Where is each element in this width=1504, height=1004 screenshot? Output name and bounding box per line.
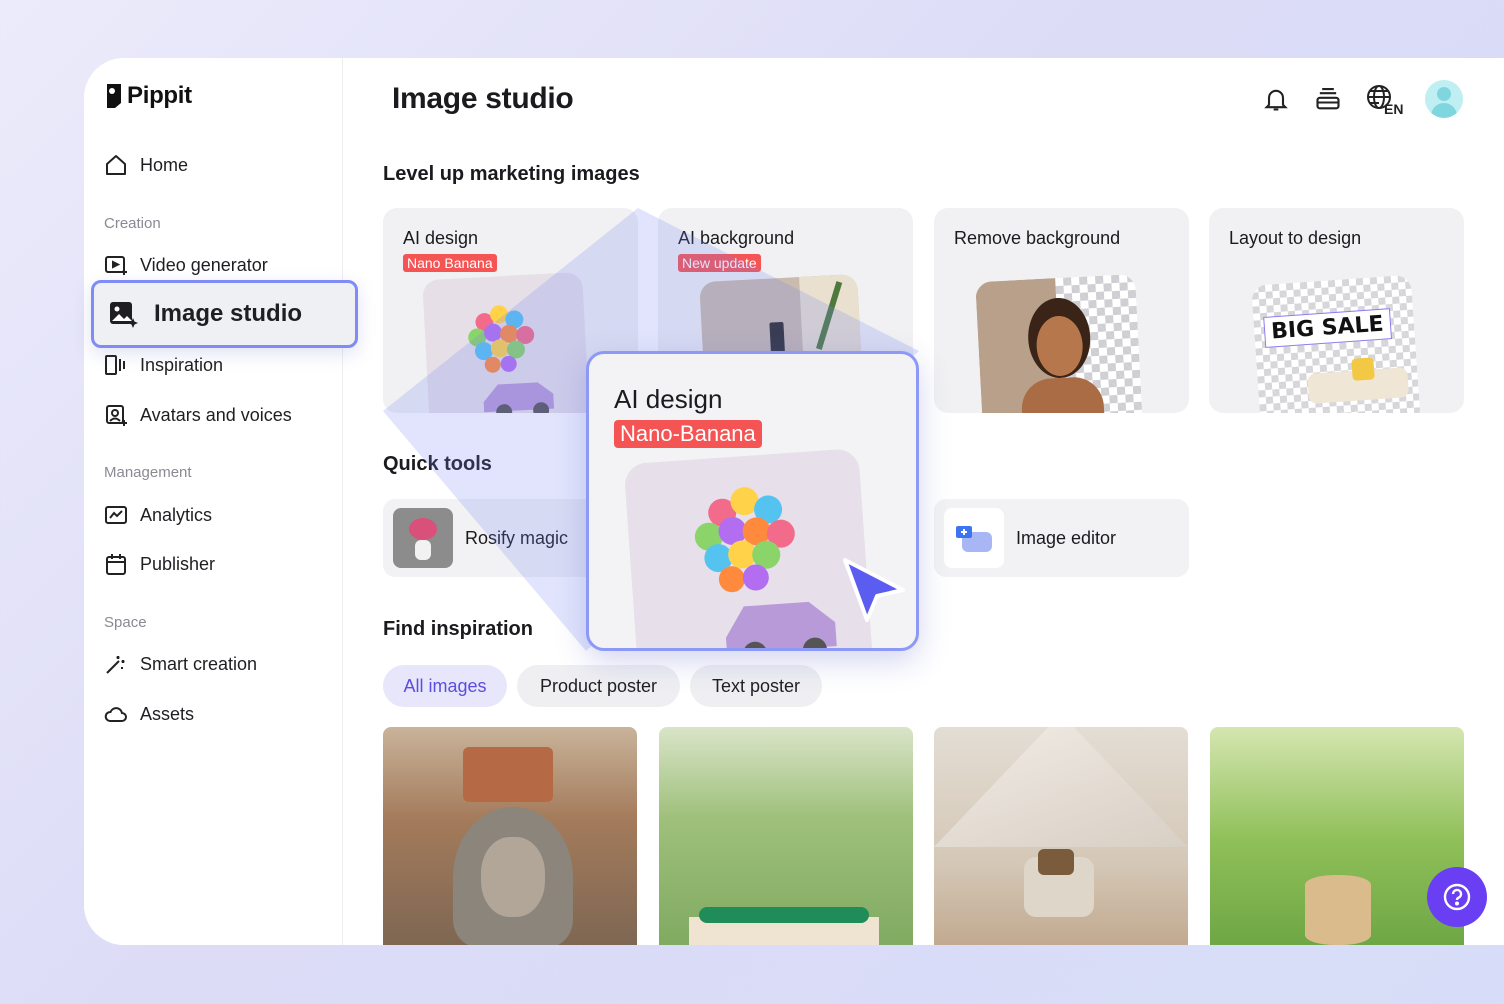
- sidebar-item-label: Home: [140, 154, 189, 175]
- notification-button[interactable]: [1261, 84, 1291, 114]
- big-sale-text: BIG SALE: [1263, 308, 1392, 348]
- card-layout-to-design[interactable]: Layout to design BIG SALE: [1209, 208, 1464, 413]
- sidebar-item-label: Avatars and voices: [140, 404, 292, 425]
- inspiration-image[interactable]: [383, 727, 637, 945]
- avatar-voice-icon: [106, 405, 127, 426]
- help-button[interactable]: [1427, 867, 1487, 927]
- filter-text-poster[interactable]: Text poster: [690, 665, 822, 707]
- sidebar-item-avatars-voices[interactable]: Avatars and voices: [104, 399, 292, 431]
- section-label-management: Management: [104, 464, 192, 481]
- sidebar-item-label: Analytics: [140, 504, 213, 525]
- zoom-card-title: AI design: [614, 384, 723, 414]
- video-generator-icon: [105, 256, 127, 275]
- card-title: Remove background: [954, 228, 1121, 248]
- home-icon: [106, 155, 126, 175]
- balloon-car-illustration: [468, 305, 555, 413]
- question-icon: [1443, 883, 1471, 911]
- card-badge: New update: [678, 254, 761, 272]
- zoom-card-thumbnail: [623, 448, 874, 648]
- header-actions: EN: [1261, 80, 1463, 118]
- tool-image-editor[interactable]: Image editor: [934, 499, 1189, 577]
- section-label-space: Space: [104, 614, 147, 631]
- card-title: Layout to design: [1229, 228, 1362, 248]
- pippit-logo-icon: [107, 84, 121, 108]
- sidebar-item-image-studio[interactable]: Image studio: [91, 280, 358, 348]
- subscription-button[interactable]: [1313, 84, 1343, 114]
- image-studio-icon: [110, 302, 138, 328]
- inspiration-image[interactable]: [1210, 727, 1464, 945]
- card-title: AI design: [403, 228, 479, 248]
- app-name: Pippit: [127, 82, 192, 109]
- calendar-icon: [106, 554, 126, 575]
- language-button[interactable]: EN: [1365, 84, 1403, 115]
- cursor-pointer-icon: [843, 558, 905, 622]
- stack-icon: [1316, 88, 1340, 110]
- rosify-thumbnail: [393, 508, 453, 568]
- globe-icon: EN: [1367, 85, 1403, 115]
- bell-icon: [1264, 89, 1288, 111]
- cloud-icon: [104, 707, 127, 722]
- balloon-car-illustration: [694, 487, 837, 648]
- sidebar-item-smart-creation[interactable]: Smart creation: [104, 648, 257, 680]
- sidebar-item-label: Inspiration: [140, 354, 224, 375]
- inspiration-icon: [105, 355, 125, 375]
- sidebar-item-label: Publisher: [140, 553, 216, 574]
- sidebar-item-label: Smart creation: [140, 653, 258, 674]
- find-inspiration-title: Find inspiration: [383, 618, 533, 640]
- filter-product-poster[interactable]: Product poster: [517, 665, 680, 707]
- page-title: Image studio: [392, 82, 574, 115]
- sidebar-item-label: Video generator: [140, 254, 268, 275]
- card-thumbnail: BIG SALE: [1250, 274, 1422, 413]
- image-editor-icon: [956, 526, 992, 552]
- analytics-icon: [105, 506, 127, 524]
- card-thumbnail: [422, 271, 590, 413]
- filter-all-images[interactable]: All images: [383, 665, 507, 707]
- magic-wand-icon: [106, 656, 125, 674]
- sidebar-item-publisher[interactable]: Publisher: [104, 548, 215, 580]
- ai-design-zoom-card[interactable]: AI design Nano-Banana: [586, 351, 919, 651]
- sidebar-item-home[interactable]: Home: [104, 149, 188, 181]
- quick-tools-title: Quick tools: [383, 453, 492, 475]
- marketing-section-title: Level up marketing images: [383, 163, 640, 185]
- sidebar-item-analytics[interactable]: Analytics: [104, 499, 212, 531]
- avatar[interactable]: [1425, 80, 1463, 118]
- card-title: AI background: [678, 228, 795, 248]
- sidebar-item-video-generator[interactable]: Video generator: [104, 249, 268, 281]
- sidebar-item-inspiration[interactable]: Inspiration: [104, 349, 223, 381]
- sidebar-item-label: Image studio: [154, 300, 303, 327]
- card-badge: Nano Banana: [403, 254, 497, 272]
- language-code: EN: [1384, 101, 1403, 115]
- sidebar: Pippit Home Creation Video generator Ins…: [84, 58, 343, 945]
- inspiration-image[interactable]: [659, 727, 913, 945]
- sidebar-item-assets[interactable]: Assets: [104, 698, 194, 730]
- zoom-card-badge: Nano-Banana: [614, 420, 762, 448]
- sidebar-item-label: Assets: [140, 703, 195, 724]
- tool-label: Image editor: [1016, 527, 1117, 548]
- tool-label: Rosify magic: [465, 527, 569, 548]
- section-label-creation: Creation: [104, 215, 161, 232]
- inspiration-image[interactable]: [934, 727, 1188, 945]
- image-editor-thumbnail: [944, 508, 1004, 568]
- card-thumbnail: [975, 273, 1143, 413]
- card-remove-background[interactable]: Remove background: [934, 208, 1189, 413]
- app-logo[interactable]: Pippit: [105, 82, 192, 110]
- main-content: Image studio EN Level up marketing image…: [344, 58, 1504, 945]
